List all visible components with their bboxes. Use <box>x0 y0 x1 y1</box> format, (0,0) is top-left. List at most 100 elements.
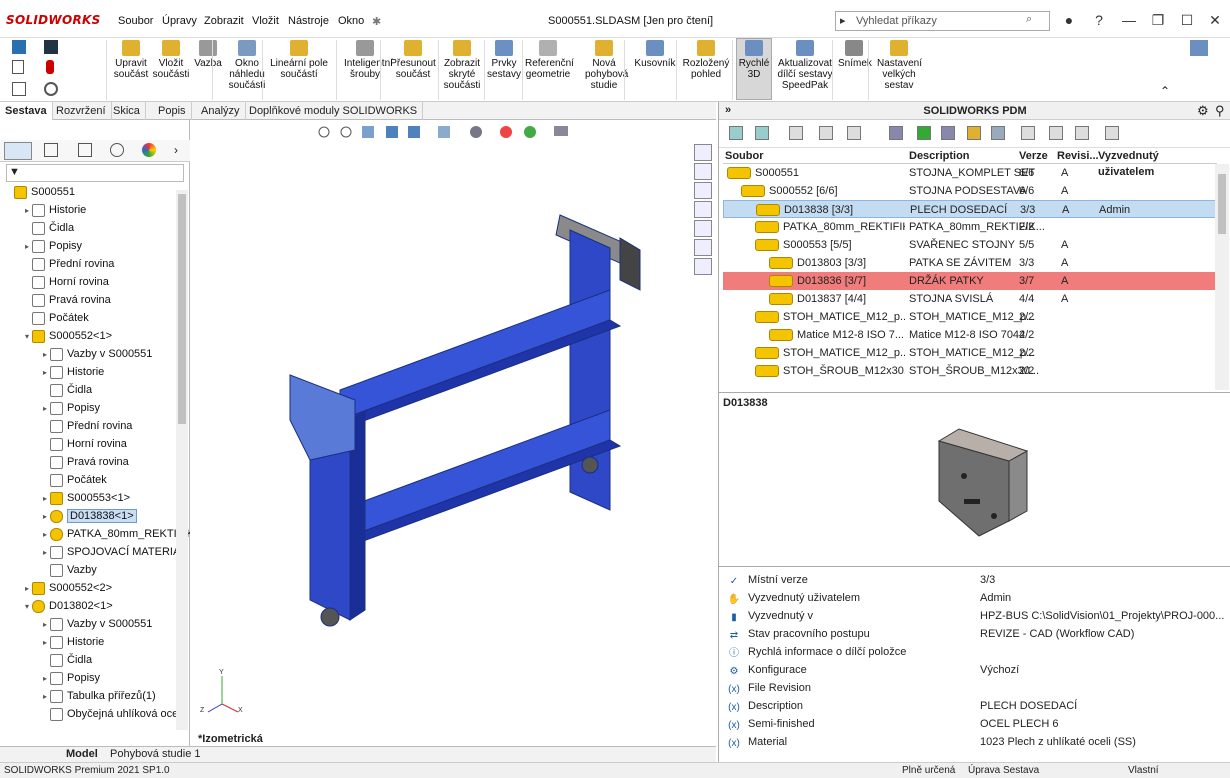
tab-analyzy[interactable]: Analýzy <box>196 102 246 120</box>
tree-item[interactable]: Pravá rovina <box>40 453 129 471</box>
pin-icon[interactable]: ✱ <box>372 15 381 28</box>
expand-arrow-icon[interactable]: ▸ <box>22 580 32 598</box>
tree-item[interactable]: Počátek <box>22 309 89 327</box>
expand-arrow-icon[interactable]: ▸ <box>40 670 50 688</box>
user-icon[interactable]: ● <box>1058 10 1080 30</box>
pdm-row[interactable]: S000552 [6/6] STOJNA PODSESTAVA 6/6 A <box>723 182 1217 200</box>
pdm-icon[interactable] <box>694 258 712 275</box>
ribbon-button-7[interactable]: Zobrazit skryté součásti <box>442 40 482 91</box>
configurationmanager-icon[interactable] <box>78 143 92 157</box>
pdm-row[interactable]: S000551 STOJNA_KOMPLET SET 6/6 A <box>723 164 1217 182</box>
traffic-light-icon[interactable] <box>46 60 54 74</box>
expand-arrow-icon[interactable]: ▸ <box>40 364 50 382</box>
menu-zobrazit[interactable]: Zobrazit <box>204 15 244 27</box>
pdm-tool-icon[interactable] <box>941 126 955 140</box>
ribbon-button-12[interactable]: Rozložený pohled <box>681 40 731 80</box>
pdm-row[interactable]: STOH_ŠROUB_M12x30... STOH_ŠROUB_M12x30...… <box>723 362 1217 380</box>
status-units[interactable]: Vlastní <box>1128 763 1159 778</box>
ribbon-button-15[interactable]: Snímek <box>838 40 872 69</box>
tree-item[interactable]: ▸ Tabulka přířezů(1) <box>40 687 156 705</box>
tree-scrollbar[interactable] <box>176 190 188 730</box>
view-palette-icon[interactable] <box>694 201 712 218</box>
expand-arrow-icon[interactable]: ▸ <box>22 202 32 220</box>
propertymanager-icon[interactable] <box>44 143 58 157</box>
pdm-tool-icon[interactable] <box>729 126 743 140</box>
tab-skica[interactable]: Skica <box>108 102 146 120</box>
tree-item[interactable]: Přední rovina <box>40 417 132 435</box>
ribbon-button-10[interactable]: Nová pohybová studie <box>585 40 628 91</box>
resources-icon[interactable] <box>694 144 712 161</box>
expand-pane-icon[interactable]: » <box>725 104 731 116</box>
tree-item[interactable]: Horní rovina <box>40 435 127 453</box>
tree-item[interactable]: ▸ Historie <box>40 363 104 381</box>
pdm-scrollbar[interactable] <box>1215 164 1229 390</box>
expand-arrow-icon[interactable]: ▾ <box>22 598 32 616</box>
tree-item[interactable]: ▸ Vazby v S000551 <box>40 345 152 363</box>
pdm-row[interactable]: D013836 [3/7] DRŽÁK PATKY 3/7 A <box>723 272 1217 290</box>
chevron-right-icon[interactable]: › <box>174 143 178 157</box>
tree-item[interactable]: Pravá rovina <box>22 291 111 309</box>
expand-arrow-icon[interactable]: ▸ <box>22 238 32 256</box>
expand-arrow-icon[interactable]: ▸ <box>40 634 50 652</box>
tree-item[interactable]: ▸ Popisy <box>22 237 82 255</box>
tab-sestava[interactable]: Sestava <box>0 102 53 120</box>
tree-item[interactable]: Čidla <box>40 651 92 669</box>
ribbon-button-11[interactable]: Kusovník <box>634 40 676 69</box>
expand-arrow-icon[interactable]: ▸ <box>40 400 50 418</box>
pdm-row[interactable]: D013837 [4/4] STOJNA SVISLÁ 4/4 A <box>723 290 1217 308</box>
tree-item[interactable]: ▸ Vazby v S000551 <box>40 615 152 633</box>
pdm-tool-icon[interactable] <box>1075 126 1089 140</box>
pdm-tool-icon[interactable] <box>819 126 833 140</box>
tab-model[interactable]: Model <box>66 748 98 760</box>
menu-upravy[interactable]: Úpravy <box>162 15 197 27</box>
pdm-row[interactable]: D013838 [3/3] PLECH DOSEDACÍ 3/3 A Admin <box>723 200 1217 218</box>
file-explorer-icon[interactable] <box>694 182 712 199</box>
tree-item[interactable]: Obyčejná uhlíková ocel <box>40 705 181 723</box>
ribbon-button-16[interactable]: Nastavení velkých sestav <box>877 40 922 91</box>
tree-item[interactable]: Přední rovina <box>22 255 114 273</box>
pdm-tool-icon[interactable] <box>967 126 981 140</box>
save-icon[interactable] <box>44 40 58 54</box>
tree-item[interactable]: Počátek <box>40 471 107 489</box>
featuremanager-icon[interactable] <box>4 142 32 160</box>
settings-gear-icon[interactable]: ⚙ <box>1197 103 1209 119</box>
help-icon[interactable]: ? <box>1088 10 1110 30</box>
pdm-tool-icon[interactable] <box>991 126 1005 140</box>
pdm-tool-icon[interactable] <box>847 126 861 140</box>
menu-vlozit[interactable]: Vložit <box>252 15 279 27</box>
pdm-tool-icon[interactable] <box>789 126 803 140</box>
ribbon-button-6[interactable]: Přesunout součást <box>388 40 438 80</box>
col-revize[interactable]: Revisi... <box>1057 148 1099 164</box>
expand-arrow-icon[interactable]: ▸ <box>40 526 50 544</box>
tree-item[interactable]: ▸ Popisy <box>40 399 100 417</box>
expand-arrow-icon[interactable]: ▸ <box>40 508 50 526</box>
pin-pane-icon[interactable]: ⚲ <box>1215 103 1225 119</box>
design-library-icon[interactable] <box>694 163 712 180</box>
graphics-area[interactable]: Y X Z <box>190 120 716 746</box>
expand-arrow-icon[interactable]: ▸ <box>40 688 50 706</box>
ribbon-button-8[interactable]: Prvky sestavy <box>487 40 521 80</box>
tree-item[interactable]: ▸ Popisy <box>40 669 100 687</box>
pdm-tool-icon[interactable] <box>889 126 903 140</box>
expand-arrow-icon[interactable]: ▸ <box>40 616 50 634</box>
collapse-ribbon-icon[interactable]: ⌃ <box>1160 84 1170 98</box>
display-manager-icon[interactable] <box>142 143 156 157</box>
open-icon[interactable] <box>12 60 24 74</box>
ribbon-button-0[interactable]: Upravit součást <box>112 40 150 80</box>
tree-item[interactable]: ▾ S000552<1> <box>22 327 112 345</box>
ribbon-button-14[interactable]: Aktualizovat dílčí sestavy SpeedPak <box>777 40 833 91</box>
tree-item[interactable]: Čidla <box>40 381 92 399</box>
tab-doplnkove-moduly[interactable]: Doplňkové moduly SOLIDWORKS <box>244 102 424 120</box>
col-soubor[interactable]: Soubor <box>725 148 764 164</box>
restore-icon[interactable]: ❐ <box>1147 10 1169 30</box>
tree-item[interactable]: ▸ SPOJOVACÍ MATERIÁL <box>40 543 186 561</box>
expand-arrow-icon[interactable]: ▾ <box>22 328 32 346</box>
pdm-tool-icon[interactable] <box>1021 126 1035 140</box>
ribbon-button-4[interactable]: Lineární pole součástí <box>268 40 330 80</box>
tree-item[interactable]: ▸ S000552<2> <box>22 579 112 597</box>
maximize-icon[interactable]: ☐ <box>1176 10 1198 30</box>
pdm-tool-icon[interactable] <box>755 126 769 140</box>
col-verze[interactable]: Verze <box>1019 148 1048 164</box>
select-icon[interactable] <box>12 82 26 96</box>
dimxpert-icon[interactable] <box>110 143 124 157</box>
